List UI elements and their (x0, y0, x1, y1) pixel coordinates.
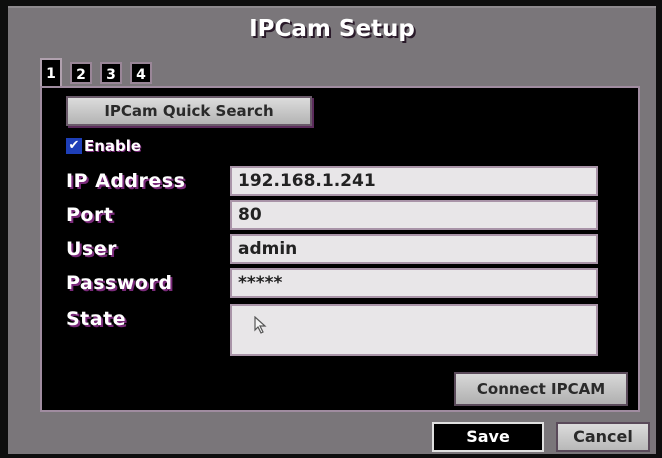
window-title: IPCam Setup (249, 16, 415, 42)
ipcam-setup-window: IPCam Setup 1 2 3 4 IPCam Quick Search ✔… (8, 6, 656, 454)
check-icon[interactable]: ✔ (66, 138, 82, 154)
tab-3[interactable]: 3 (100, 62, 122, 84)
user-field[interactable]: admin (230, 234, 598, 264)
tab-1[interactable]: 1 (40, 58, 62, 88)
cancel-button[interactable]: Cancel (556, 422, 650, 452)
ip-address-label: IP Address (66, 170, 186, 192)
connect-ipcam-button[interactable]: Connect IPCAM (454, 372, 628, 406)
password-field[interactable]: ***** (230, 268, 598, 298)
port-label: Port (66, 204, 114, 226)
state-field (230, 304, 598, 356)
port-field[interactable]: 80 (230, 200, 598, 230)
enable-label: Enable (84, 137, 142, 155)
camera-settings-panel: IPCam Quick Search ✔ Enable IP Address 1… (40, 86, 640, 412)
user-label: User (66, 238, 117, 260)
save-button[interactable]: Save (432, 422, 544, 452)
state-label: State (66, 308, 127, 330)
tab-2[interactable]: 2 (70, 62, 92, 84)
ipcam-quick-search-button[interactable]: IPCam Quick Search (66, 96, 312, 126)
password-label: Password (66, 272, 173, 294)
tab-4[interactable]: 4 (130, 62, 152, 84)
enable-checkbox-row[interactable]: ✔ Enable (66, 136, 141, 156)
ip-address-field[interactable]: 192.168.1.241 (230, 166, 598, 196)
mouse-pointer-icon (254, 316, 267, 334)
